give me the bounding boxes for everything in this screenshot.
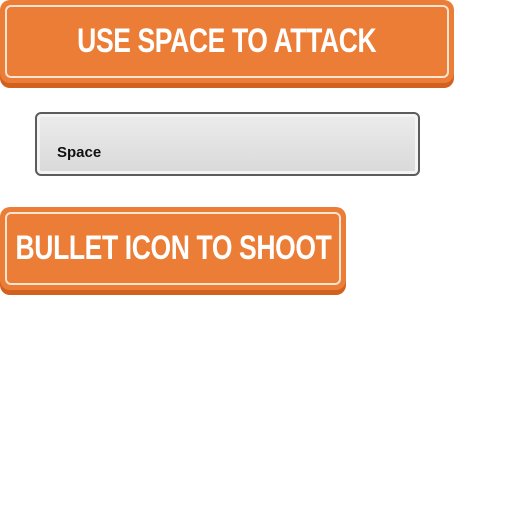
space-key-label: Space <box>57 144 102 161</box>
shoot-hint-banner: BULLET ICON TO SHOOT <box>0 207 346 290</box>
tutorial-screen: USE SPACE TO ATTACK Space BULLET ICON TO… <box>0 0 512 512</box>
attack-hint-label: USE SPACE TO ATTACK <box>77 22 377 60</box>
attack-hint-banner: USE SPACE TO ATTACK <box>0 0 454 83</box>
space-key[interactable]: Space <box>35 112 420 176</box>
shoot-hint-label: BULLET ICON TO SHOOT <box>15 229 331 267</box>
